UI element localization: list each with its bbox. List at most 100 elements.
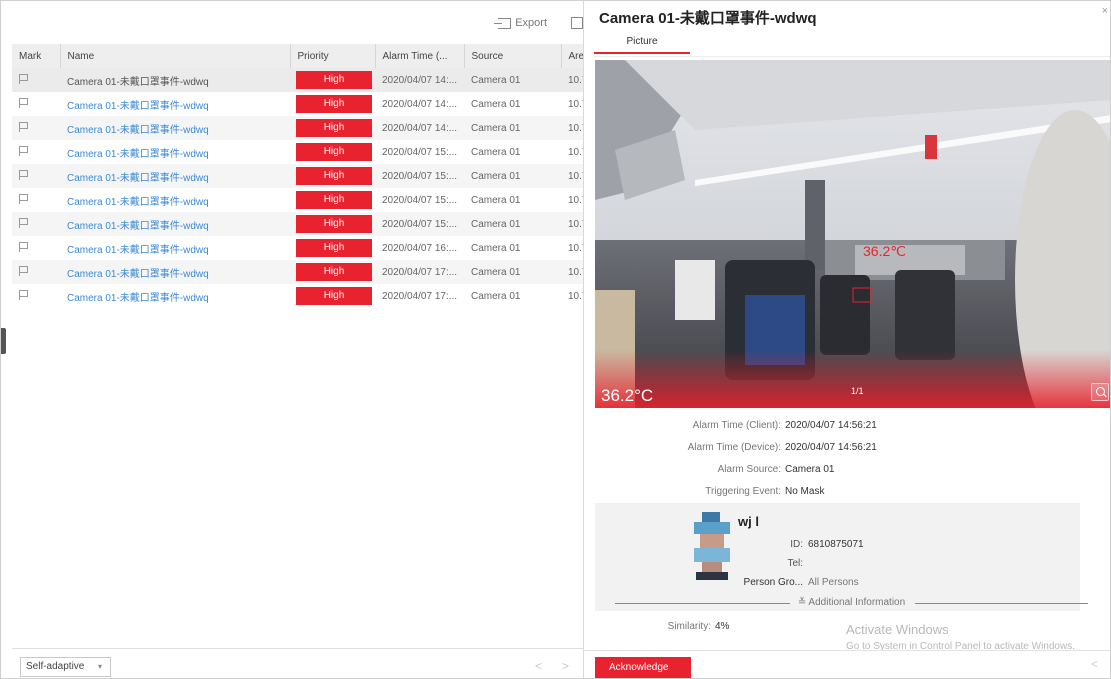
table-row[interactable]: Camera 01-未戴口罩事件-wdwq High 2020/04/07 16:.… [12, 236, 583, 260]
mark-cell[interactable] [12, 188, 60, 212]
mark-cell[interactable] [12, 236, 60, 260]
info-value: 2020/04/07 14:56:21 [785, 420, 877, 431]
alarm-picture[interactable]: 36.2℃ 36.2°C 1/1 [595, 60, 1110, 408]
tab-divider [594, 56, 1110, 57]
name-cell[interactable]: Camera 01-未戴口罩事件-wdwq [60, 140, 290, 164]
mark-cell[interactable] [12, 164, 60, 188]
acknowledge-button[interactable]: Acknowledge [595, 657, 691, 678]
person-tel-label: Tel: [787, 558, 803, 569]
area-cell: 10.7. [561, 116, 583, 140]
flag-icon[interactable] [19, 169, 28, 180]
alarm-name[interactable]: Camera 01-未戴口罩事件-wdwq [67, 293, 209, 304]
list-footer: Self-adaptive ▾ < > [12, 648, 583, 677]
next-page-button[interactable]: > [562, 659, 569, 673]
flag-icon[interactable] [19, 73, 28, 84]
source-cell: Camera 01 [464, 116, 561, 140]
area-cell: 10.7. [561, 68, 583, 92]
flag-icon[interactable] [19, 289, 28, 300]
table-row[interactable]: Camera 01-未戴口罩事件-wdwq High 2020/04/07 15:.… [12, 188, 583, 212]
alarm-time-cell: 2020/04/07 14:... [375, 116, 464, 140]
export-button[interactable]: Export [494, 17, 547, 29]
source-cell: Camera 01 [464, 164, 561, 188]
alarm-info: Alarm Time (Client): 2020/04/07 14:56:21… [595, 419, 1110, 507]
col-priority[interactable]: Priority [290, 44, 376, 68]
alarm-time-cell: 2020/04/07 15:... [375, 164, 464, 188]
list-toolbar: Export [494, 12, 583, 34]
alarm-name[interactable]: Camera 01-未戴口罩事件-wdwq [67, 173, 209, 184]
info-label: Alarm Time (Device): [687, 442, 781, 453]
name-cell[interactable]: Camera 01-未戴口罩事件-wdwq [60, 116, 290, 140]
priority-badge: High [296, 167, 372, 185]
mark-cell[interactable] [12, 140, 60, 164]
popout-icon[interactable] [571, 17, 583, 29]
name-cell[interactable]: Camera 01-未戴口罩事件-wdwq [60, 68, 290, 92]
name-cell[interactable]: Camera 01-未戴口罩事件-wdwq [60, 188, 290, 212]
alarm-time-cell: 2020/04/07 14:... [375, 68, 464, 92]
mark-cell[interactable] [12, 92, 60, 116]
flag-icon[interactable] [19, 145, 28, 156]
pager: < > [535, 659, 569, 673]
alarm-name[interactable]: Camera 01-未戴口罩事件-wdwq [67, 149, 209, 160]
detail-nav-button[interactable]: < [1091, 657, 1098, 671]
name-cell[interactable]: Camera 01-未戴口罩事件-wdwq [60, 212, 290, 236]
priority-cell: High [290, 212, 375, 236]
table-row[interactable]: Camera 01-未戴口罩事件-wdwq High 2020/04/07 15:.… [12, 212, 583, 236]
table-row[interactable]: Camera 01-未戴口罩事件-wdwq High 2020/04/07 15:.… [12, 164, 583, 188]
table-row[interactable]: Camera 01-未戴口罩事件-wdwq High 2020/04/07 17:.… [12, 284, 583, 308]
table-row[interactable]: Camera 01-未戴口罩事件-wdwq High 2020/04/07 14:.… [12, 92, 583, 116]
area-cell: 10.7. [568, 242, 583, 254]
alarm-name[interactable]: Camera 01-未戴口罩事件-wdwq [67, 269, 209, 280]
col-alarm-time[interactable]: Alarm Time (... [375, 44, 465, 68]
flag-icon[interactable] [19, 121, 28, 132]
info-label: Alarm Time (Client): [692, 420, 781, 431]
table-row[interactable]: Camera 01-未戴口罩事件-wdwq High 2020/04/07 14:.… [12, 116, 583, 140]
alarm-name[interactable]: Camera 01-未戴口罩事件-wdwq [67, 221, 209, 232]
table-header: Mark Name Priority Alarm Time (... Sourc… [12, 44, 583, 68]
col-area[interactable]: Area [561, 44, 583, 68]
mark-cell[interactable] [12, 68, 60, 92]
additional-info-label: ≚ Additional Information [791, 597, 912, 608]
mark-cell[interactable] [12, 116, 60, 140]
priority-badge: High [296, 215, 372, 233]
alarm-name[interactable]: Camera 01-未戴口罩事件-wdwq [67, 245, 209, 256]
person-id-value: 6810875071 [808, 539, 864, 550]
alarm-name[interactable]: Camera 01-未戴口罩事件-wdwq [67, 101, 209, 112]
mark-cell[interactable] [12, 212, 60, 236]
alarm-name[interactable]: Camera 01-未戴口罩事件-wdwq [67, 125, 209, 136]
tab-picture[interactable]: Picture [594, 36, 690, 54]
avatar [694, 512, 730, 580]
col-name[interactable]: Name [60, 44, 291, 68]
name-cell[interactable]: Camera 01-未戴口罩事件-wdwq [60, 92, 290, 116]
priority-badge: High [296, 239, 372, 257]
collapse-handle[interactable] [1, 328, 6, 354]
name-cell[interactable]: Camera 01-未戴口罩事件-wdwq [60, 260, 290, 284]
app-window: Export Mark Name Priority Alarm Time (..… [0, 0, 1111, 679]
prev-page-button[interactable]: < [535, 659, 542, 673]
zoom-icon[interactable] [1091, 383, 1109, 401]
flag-icon[interactable] [19, 193, 28, 204]
table-row[interactable]: Camera 01-未戴口罩事件-wdwq High 2020/04/07 15:.… [12, 140, 583, 164]
layout-select[interactable]: Self-adaptive ▾ [20, 657, 111, 677]
name-cell[interactable]: Camera 01-未戴口罩事件-wdwq [60, 164, 290, 188]
name-cell[interactable]: Camera 01-未戴口罩事件-wdwq [60, 236, 290, 260]
priority-badge: High [296, 71, 372, 89]
additional-info-toggle[interactable]: ≚ Additional Information [615, 597, 1088, 611]
close-icon[interactable]: × [1102, 5, 1108, 17]
source-cell: Camera 01 [471, 146, 521, 158]
priority-badge: High [296, 143, 372, 161]
flag-icon[interactable] [19, 265, 28, 276]
mark-cell[interactable] [12, 284, 60, 308]
col-source[interactable]: Source [464, 44, 562, 68]
temperature-label: 36.2°C [601, 386, 654, 405]
alarm-name[interactable]: Camera 01-未戴口罩事件-wdwq [67, 197, 209, 208]
table-row[interactable]: Camera 01-未戴口罩事件-wdwq High 2020/04/07 17:.… [12, 260, 583, 284]
info-row-device-time: Alarm Time (Device): 2020/04/07 14:56:21 [595, 441, 1110, 463]
table-row[interactable]: Camera 01-未戴口罩事件-wdwq High 2020/04/07 14:.… [12, 68, 583, 92]
flag-icon[interactable] [19, 217, 28, 228]
col-mark[interactable]: Mark [12, 44, 61, 68]
name-cell[interactable]: Camera 01-未戴口罩事件-wdwq [60, 284, 290, 308]
flag-icon[interactable] [19, 241, 28, 252]
flag-icon[interactable] [19, 97, 28, 108]
mark-cell[interactable] [12, 260, 60, 284]
alarm-name[interactable]: Camera 01-未戴口罩事件-wdwq [67, 77, 209, 88]
